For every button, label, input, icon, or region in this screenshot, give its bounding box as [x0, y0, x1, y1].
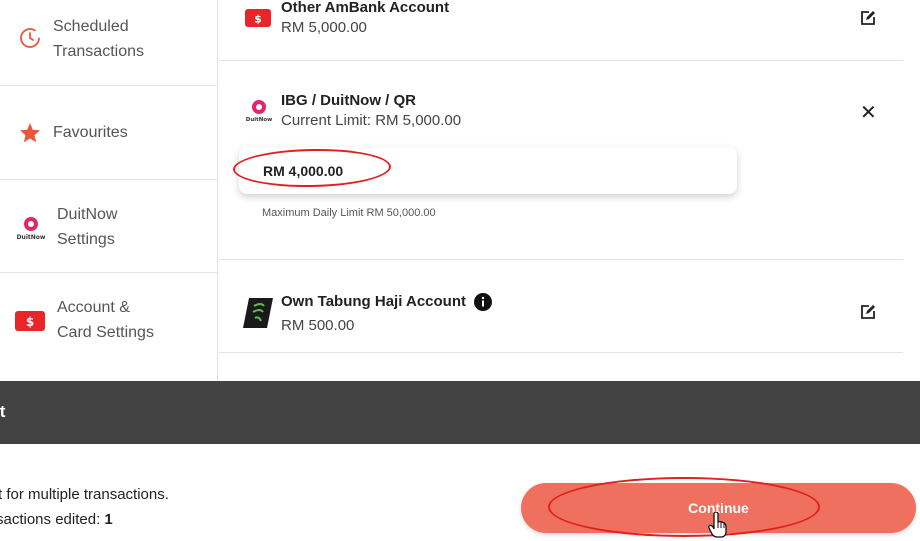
account-name: Own Tabung Haji Account — [281, 293, 466, 310]
edited-count-text: sactions edited: 1 — [0, 511, 113, 528]
max-limit-hint: Maximum Daily Limit RM 50,000.00 — [262, 207, 436, 219]
svg-text:$: $ — [254, 13, 262, 26]
sidebar-item-label: Transactions — [53, 43, 144, 60]
close-icon[interactable]: ✕ — [860, 103, 877, 123]
account-limit-value: RM 500.00 — [281, 317, 355, 334]
list-item-tabung-haji: Own Tabung Haji Account RM 500.00 — [219, 260, 903, 353]
annotation-circle — [548, 477, 820, 537]
duitnow-logo-icon: DuitNow — [15, 215, 47, 246]
panel-title: it — [0, 402, 6, 421]
sidebar-item-label: Scheduled — [53, 18, 129, 35]
clock-icon — [19, 27, 41, 54]
edited-count-label: sactions edited: — [0, 511, 105, 528]
sidebar-item-label: Account & — [57, 299, 130, 316]
sidebar-item-duitnow-settings[interactable]: DuitNow DuitNow Settings — [0, 180, 218, 273]
svg-text:DuitNow: DuitNow — [246, 117, 272, 123]
sidebar-item-favourites[interactable]: Favourites — [0, 86, 218, 180]
dollar-card-icon: $ — [15, 311, 45, 336]
info-icon[interactable] — [474, 293, 492, 316]
panel-description: t for multiple transactions. — [0, 486, 169, 503]
edit-icon[interactable] — [860, 10, 876, 31]
panel-header: it — [0, 381, 920, 444]
sidebar-item-account-card-settings[interactable]: $ Account & Card Settings — [0, 273, 218, 368]
account-name: Other AmBank Account — [281, 0, 450, 16]
list-item-ibg-duitnow: DuitNow IBG / DuitNow / QR Current Limit… — [219, 61, 903, 260]
svg-text:$: $ — [26, 315, 34, 329]
duitnow-logo-icon: DuitNow — [246, 99, 272, 128]
sidebar-item-label: Favourites — [53, 124, 128, 141]
sidebar-item-label: DuitNow — [57, 206, 118, 223]
sidebar-item-label: Settings — [57, 231, 115, 248]
sidebar-item-scheduled-transactions[interactable]: Scheduled Transactions — [0, 0, 218, 86]
list-item-other-ambank: $ Other AmBank Account RM 5,000.00 — [219, 0, 903, 61]
edited-count-value: 1 — [104, 511, 113, 528]
tabung-haji-logo-icon — [243, 298, 273, 333]
sidebar-item-label: Card Settings — [57, 324, 154, 341]
panel-body: t for multiple transactions. sactions ed… — [0, 444, 920, 541]
star-icon — [19, 122, 41, 149]
sidebar: Scheduled Transactions Favourites DuitNo… — [0, 0, 218, 381]
dollar-card-icon: $ — [245, 9, 271, 32]
account-limit-list: $ Other AmBank Account RM 5,000.00 DuitN… — [219, 0, 903, 381]
account-name: IBG / DuitNow / QR — [281, 92, 416, 109]
account-limit-value: RM 5,000.00 — [281, 19, 367, 36]
hand-cursor-icon — [708, 511, 728, 541]
edit-icon[interactable] — [860, 304, 876, 325]
list-item-partial — [219, 353, 903, 381]
svg-text:DuitNow: DuitNow — [17, 234, 46, 241]
current-limit: Current Limit: RM 5,000.00 — [281, 112, 462, 129]
